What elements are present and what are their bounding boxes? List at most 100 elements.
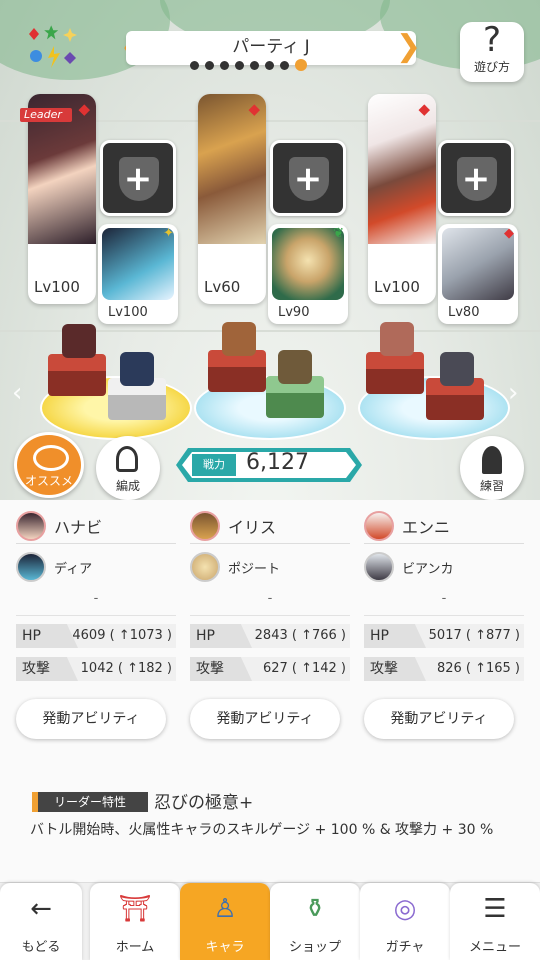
character-sprite <box>62 324 96 358</box>
plus-icon: + <box>123 159 153 199</box>
formation-button[interactable]: 編成 <box>96 436 160 500</box>
nav-menu-label: メニュー <box>468 940 521 955</box>
wind-element-icon: ❦ <box>333 226 344 241</box>
equipment-slot-2[interactable]: + <box>270 140 346 216</box>
empty-equipment: - <box>364 586 524 616</box>
light-element-icon: ✦ <box>163 226 174 241</box>
party-info-column-1: ハナビ ディア - HP 4609 ( ↑1073 ) 攻撃 1042 ( ↑182… <box>16 508 176 739</box>
leader-trait-name: 忍びの極意+ <box>154 793 254 813</box>
party-card-1-main[interactable]: ◆ Lv100 <box>28 94 96 304</box>
help-button[interactable]: ? 遊び方 <box>460 22 524 82</box>
sub-character-name: ポジート <box>228 561 281 577</box>
card-level: Lv100 <box>374 278 420 296</box>
hp-stat: HP 2843 ( ↑766 ) <box>190 624 350 648</box>
scroll-left-icon[interactable]: ‹ <box>12 378 22 408</box>
terrain-block <box>208 350 266 392</box>
attack-label: 攻撃 <box>364 657 426 681</box>
food-bowl-icon <box>33 445 69 471</box>
gacha-icon: ◎ <box>393 894 417 924</box>
avatar <box>190 510 220 541</box>
nav-shop[interactable]: ⚱ ショップ <box>270 883 360 960</box>
scroll-right-icon[interactable]: › <box>508 378 518 408</box>
page-dot[interactable] <box>190 60 199 70</box>
character-icon: ♙ <box>213 894 237 924</box>
terrain-block <box>366 352 424 394</box>
attack-value: 1042 ( ↑182 ) <box>80 661 172 676</box>
party-card-3-main[interactable]: ◆ Lv100 <box>368 94 436 304</box>
hp-label: HP <box>364 624 426 648</box>
party-page-dots <box>190 58 350 72</box>
character-sprite <box>278 350 312 384</box>
fire-element-icon: ◆ <box>504 226 514 241</box>
page-dot[interactable] <box>265 60 274 70</box>
next-party-button[interactable]: ❯ <box>396 32 421 64</box>
main-character-name: エンニ <box>402 517 451 537</box>
hp-value: 5017 ( ↑877 ) <box>428 628 520 643</box>
ability-button[interactable]: 発動アビリティ <box>364 699 514 739</box>
character-sprite <box>380 322 414 356</box>
character-sprite <box>120 352 154 386</box>
attack-value: 627 ( ↑142 ) <box>262 661 346 676</box>
practice-button[interactable]: 練習 <box>460 436 524 500</box>
element-filter-icon[interactable] <box>26 24 98 68</box>
fire-element-icon: ◆ <box>248 100 260 118</box>
power-value: 6,127 <box>246 450 309 475</box>
equipment-slot-1[interactable]: + <box>100 140 176 216</box>
recommend-button[interactable]: オススメ <box>14 432 84 498</box>
nav-home-label: ホーム <box>115 940 155 955</box>
character-sprite <box>222 322 256 356</box>
equipment-slot-3[interactable]: + <box>438 140 514 216</box>
party-scene: ❮ パーティ J ❯ ? 遊び方 ◆ Lv100 Leader + ✦ Lv10… <box>0 0 540 500</box>
ability-button[interactable]: 発動アビリティ <box>190 699 340 739</box>
page-dot[interactable] <box>280 60 289 70</box>
party-card-2-sub[interactable]: ❦ Lv90 <box>268 224 348 324</box>
party-card-1-sub[interactable]: ✦ Lv100 <box>98 224 178 324</box>
attack-label: 攻撃 <box>16 657 78 681</box>
power-label: 戦力 <box>192 454 236 476</box>
party-power-display: 戦力 6,127 <box>176 448 362 482</box>
training-dummy-icon <box>482 446 502 474</box>
page-dot[interactable] <box>220 60 229 70</box>
hp-label: HP <box>16 624 78 648</box>
main-character-name: ハナビ <box>54 517 103 537</box>
avatar <box>16 552 46 582</box>
page-dot[interactable] <box>250 60 259 70</box>
sub-level: Lv100 <box>108 305 148 320</box>
attack-stat: 攻撃 826 ( ↑165 ) <box>364 657 524 681</box>
page-dot[interactable] <box>235 60 244 70</box>
hp-label: HP <box>190 624 252 648</box>
sub-character-name: ビアンカ <box>402 561 454 577</box>
fire-element-icon: ◆ <box>418 100 430 118</box>
menu-icon: ☰ <box>483 894 507 924</box>
page-dot[interactable] <box>295 59 307 71</box>
nav-back[interactable]: ← もどる <box>0 883 82 960</box>
nav-shop-label: ショップ <box>288 940 341 955</box>
leader-badge: Leader <box>20 108 72 122</box>
hp-stat: HP 5017 ( ↑877 ) <box>364 624 524 648</box>
nav-home[interactable]: ⛩ ホーム <box>90 883 180 960</box>
nav-chara[interactable]: ♙ キャラ <box>180 883 270 960</box>
party-card-2-main[interactable]: ◆ Lv60 <box>198 94 266 304</box>
attack-stat: 攻撃 627 ( ↑142 ) <box>190 657 350 681</box>
card-level: Lv60 <box>204 278 241 296</box>
person-gear-icon <box>116 446 138 472</box>
nav-chara-label: キャラ <box>205 940 245 955</box>
ability-button[interactable]: 発動アビリティ <box>16 699 166 739</box>
sub-character-name: ディア <box>54 561 93 577</box>
nav-gacha[interactable]: ◎ ガチャ <box>360 883 450 960</box>
hp-stat: HP 4609 ( ↑1073 ) <box>16 624 176 648</box>
question-icon: ? <box>482 20 502 60</box>
attack-stat: 攻撃 1042 ( ↑182 ) <box>16 657 176 681</box>
party-info-column-2: イリス ポジート - HP 2843 ( ↑766 ) 攻撃 627 ( ↑142 … <box>190 508 350 739</box>
avatar <box>364 552 394 582</box>
plus-icon: + <box>293 159 323 199</box>
terrain-block <box>48 354 106 396</box>
leader-trait-description: バトル開始時、火属性キャラのスキルゲージ + 100 % & 攻撃力 + 30 … <box>30 822 494 838</box>
attack-label: 攻撃 <box>190 657 252 681</box>
empty-equipment: - <box>190 586 350 616</box>
nav-menu[interactable]: ☰ メニュー <box>450 883 540 960</box>
nav-back-label: もどる <box>21 940 61 955</box>
attack-value: 826 ( ↑165 ) <box>436 661 520 676</box>
page-dot[interactable] <box>205 60 214 70</box>
party-card-3-sub[interactable]: ◆ Lv80 <box>438 224 518 324</box>
